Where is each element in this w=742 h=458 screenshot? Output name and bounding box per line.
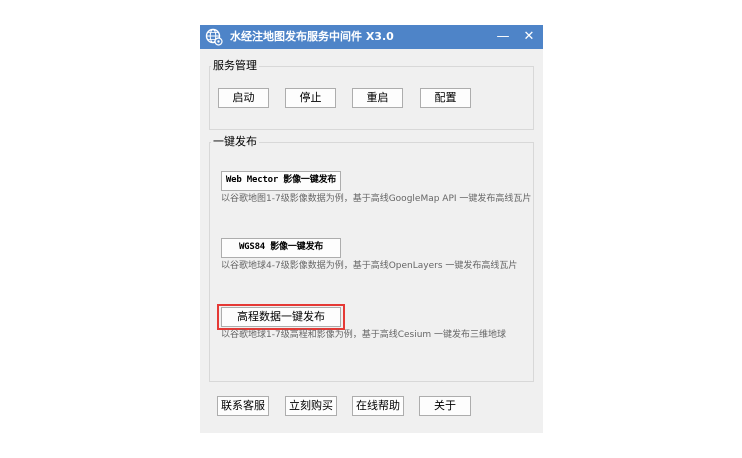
contact-support-button[interactable]: 联系客服 xyxy=(217,396,269,416)
buy-now-button[interactable]: 立刻购买 xyxy=(285,396,337,416)
web-mercator-publish-button[interactable]: Web Mector 影像一键发布 xyxy=(221,171,341,191)
wgs84-publish-description: 以谷歌地球4-7级影像数据为例，基于高线OpenLayers 一键发布高线瓦片 xyxy=(221,261,518,271)
stop-button[interactable]: 停止 xyxy=(285,88,336,108)
app-window: 水经注地图发布服务中间件 X3.0 — ✕ 服务管理 启动 停止 重启 配置 一… xyxy=(200,25,543,433)
globe-gear-icon xyxy=(205,28,223,46)
elevation-publish-description: 以谷歌地球1-7级高程和影像为例，基于高线Cesium 一键发布三维地球 xyxy=(221,330,507,340)
close-button[interactable]: ✕ xyxy=(518,27,540,47)
service-management-label: 服务管理 xyxy=(211,59,259,72)
online-help-button[interactable]: 在线帮助 xyxy=(352,396,404,416)
wgs84-publish-button[interactable]: WGS84 影像一键发布 xyxy=(221,238,341,258)
config-button[interactable]: 配置 xyxy=(420,88,471,108)
start-button[interactable]: 启动 xyxy=(218,88,269,108)
web-mercator-publish-description: 以谷歌地图1-7级影像数据为例，基于高线GoogleMap API 一键发布高线… xyxy=(221,194,532,204)
window-title: 水经注地图发布服务中间件 X3.0 xyxy=(230,30,394,43)
restart-button[interactable]: 重启 xyxy=(352,88,403,108)
one-click-publish-label: 一键发布 xyxy=(211,135,259,148)
title-bar[interactable]: 水经注地图发布服务中间件 X3.0 — ✕ xyxy=(200,25,543,49)
elevation-publish-button[interactable]: 高程数据一键发布 xyxy=(221,307,341,327)
about-button[interactable]: 关于 xyxy=(419,396,471,416)
minimize-button[interactable]: — xyxy=(492,27,514,47)
